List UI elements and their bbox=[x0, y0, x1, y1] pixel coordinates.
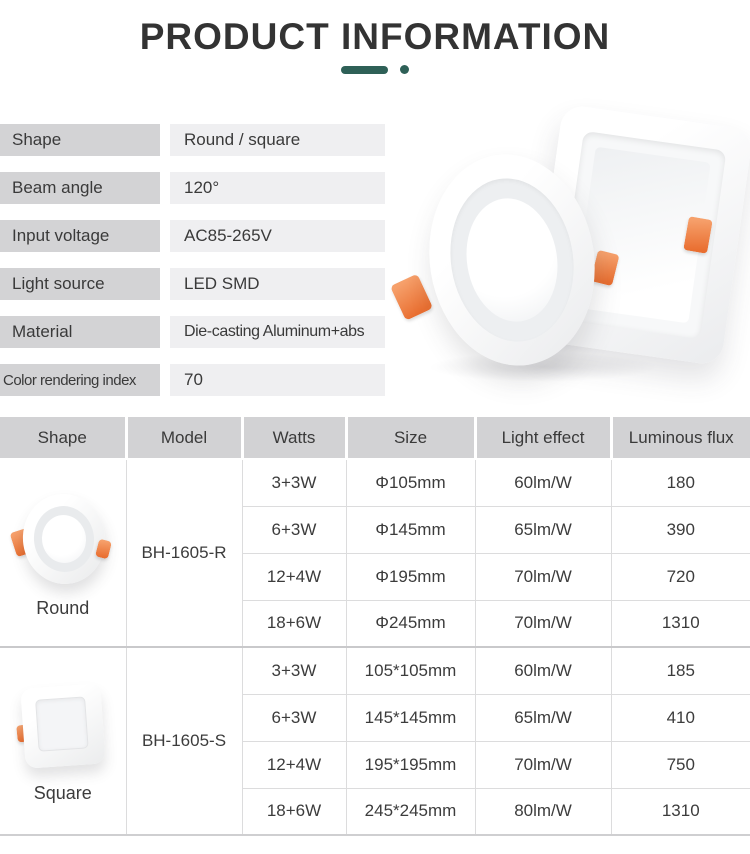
underline-bar bbox=[341, 65, 388, 74]
spec-label: Input voltage bbox=[0, 220, 160, 252]
light-effect-cell: 60lm/W bbox=[474, 646, 612, 695]
round-thumb-rim bbox=[16, 488, 111, 589]
spec-value: 70 bbox=[170, 364, 385, 396]
luminous-flux-cell: 180 bbox=[610, 458, 750, 507]
square-thumb-rim bbox=[20, 682, 106, 769]
size-cell: 245*245mm bbox=[345, 787, 476, 836]
size-cell: Φ245mm bbox=[345, 599, 476, 648]
watts-cell: 12+4W bbox=[241, 740, 347, 789]
mounting-clip-icon bbox=[389, 273, 434, 321]
watts-cell: 6+3W bbox=[241, 693, 347, 742]
spec-label: Beam angle bbox=[0, 172, 160, 204]
model-cell: BH-1605-S bbox=[125, 646, 243, 836]
luminous-flux-cell: 1310 bbox=[610, 787, 750, 836]
product-information-page: PRODUCT INFORMATION Shape Round / square… bbox=[0, 0, 750, 854]
shape-label: Round bbox=[36, 597, 90, 618]
spec-value: 120° bbox=[170, 172, 385, 204]
watts-cell: 3+3W bbox=[241, 458, 347, 507]
round-panel-light-image bbox=[389, 142, 610, 378]
header-size: Size bbox=[344, 417, 475, 460]
spec-list: Shape Round / square Beam angle 120° Inp… bbox=[0, 124, 385, 412]
spec-row-color-rendering-index: Color rendering index 70 bbox=[0, 364, 385, 396]
spec-row-shape: Shape Round / square bbox=[0, 124, 385, 156]
shape-cell-square: Square bbox=[0, 646, 127, 836]
spec-label: Color rendering index bbox=[0, 364, 160, 396]
luminous-flux-cell: 720 bbox=[610, 552, 750, 601]
light-effect-cell: 70lm/W bbox=[474, 740, 612, 789]
watts-cell: 18+6W bbox=[241, 599, 347, 648]
spec-value: Round / square bbox=[170, 124, 385, 156]
spec-label: Light source bbox=[0, 268, 160, 300]
size-cell: Φ105mm bbox=[345, 458, 476, 507]
title-underline-decoration bbox=[0, 65, 750, 74]
header-model: Model bbox=[124, 417, 242, 460]
shape-label: Square bbox=[33, 782, 92, 803]
size-cell: 145*145mm bbox=[345, 693, 476, 742]
spec-row-material: Material Die-casting Aluminum+abs bbox=[0, 316, 385, 348]
table-row: Round BH-1605-R 3+3W Φ105mm 60lm/W 180 bbox=[0, 458, 750, 648]
spec-row-input-voltage: Input voltage AC85-265V bbox=[0, 220, 385, 252]
table-row: Square BH-1605-S 3+3W 105*105mm 60lm/W 1… bbox=[0, 646, 750, 836]
luminous-flux-cell: 390 bbox=[610, 505, 750, 554]
light-effect-cell: 70lm/W bbox=[474, 552, 612, 601]
watts-cell: 3+3W bbox=[241, 646, 347, 695]
light-effect-cell: 65lm/W bbox=[474, 505, 612, 554]
spec-value: Die-casting Aluminum+abs bbox=[170, 316, 385, 348]
light-effect-cell: 80lm/W bbox=[474, 787, 612, 836]
light-effect-cell: 70lm/W bbox=[474, 599, 612, 648]
header-shape: Shape bbox=[0, 417, 126, 460]
header-light-effect: Light effect bbox=[473, 417, 611, 460]
shape-cell-round: Round bbox=[0, 458, 127, 648]
spec-label: Material bbox=[0, 316, 160, 348]
light-effect-cell: 60lm/W bbox=[474, 458, 612, 507]
spec-row-beam-angle: Beam angle 120° bbox=[0, 172, 385, 204]
watts-cell: 6+3W bbox=[241, 505, 347, 554]
table-header-row: Shape Model Watts Size Light effect Lumi… bbox=[0, 417, 750, 460]
luminous-flux-cell: 185 bbox=[610, 646, 750, 695]
size-cell: 105*105mm bbox=[345, 646, 476, 695]
underline-dot bbox=[400, 65, 409, 74]
page-title: PRODUCT INFORMATION bbox=[139, 16, 611, 57]
spec-label: Shape bbox=[0, 124, 160, 156]
spec-row-light-source: Light source LED SMD bbox=[0, 268, 385, 300]
title-section: PRODUCT INFORMATION bbox=[0, 0, 750, 74]
square-light-thumbnail-icon bbox=[15, 682, 111, 773]
header-watts: Watts bbox=[240, 417, 346, 460]
luminous-flux-cell: 1310 bbox=[610, 599, 750, 648]
size-cell: 195*195mm bbox=[345, 740, 476, 789]
luminous-flux-cell: 750 bbox=[610, 740, 750, 789]
spec-value: LED SMD bbox=[170, 268, 385, 300]
watts-cell: 18+6W bbox=[241, 787, 347, 836]
header-luminous-flux: Luminous flux bbox=[609, 417, 750, 460]
model-cell: BH-1605-R bbox=[125, 458, 243, 648]
watts-cell: 12+4W bbox=[241, 552, 347, 601]
spec-table: Shape Model Watts Size Light effect Lumi… bbox=[0, 417, 750, 836]
round-light-thumbnail-icon bbox=[9, 488, 113, 589]
spec-value: AC85-265V bbox=[170, 220, 385, 252]
size-cell: Φ145mm bbox=[345, 505, 476, 554]
product-hero-image bbox=[389, 103, 750, 400]
size-cell: Φ195mm bbox=[345, 552, 476, 601]
luminous-flux-cell: 410 bbox=[610, 693, 750, 742]
light-effect-cell: 65lm/W bbox=[474, 693, 612, 742]
